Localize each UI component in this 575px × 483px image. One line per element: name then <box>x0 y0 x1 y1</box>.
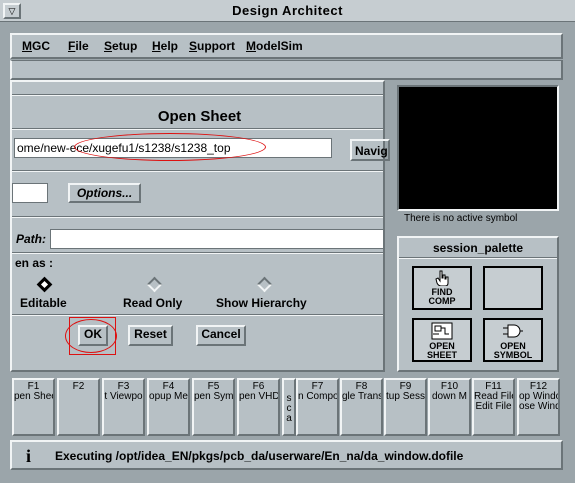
fkey-label: n Compo <box>298 391 339 402</box>
show-hierarchy-radio[interactable] <box>256 276 273 293</box>
fkey-f8[interactable]: F8 gle Trans <box>340 378 383 436</box>
fkey-f1[interactable]: F1 pen Shee <box>12 378 55 436</box>
fkey-f3[interactable]: F3 t Viewpo <box>102 378 145 436</box>
open-symbol-button[interactable]: OPEN SYMBOL <box>483 318 543 362</box>
version-field[interactable] <box>12 183 48 203</box>
open-sheet-label-2: SHEET <box>426 350 457 360</box>
window-title: Design Architect <box>232 3 343 18</box>
function-key-bar: F1 pen Shee F2 F3 t Viewpo F4 opup Me F5 pen… <box>10 378 563 438</box>
divider <box>12 94 383 96</box>
divider <box>12 216 383 218</box>
no-active-symbol-message: There is no active symbol <box>404 213 518 224</box>
symbol-preview-panel <box>397 85 559 211</box>
info-icon: i <box>26 446 32 466</box>
read-only-radio[interactable] <box>146 276 163 293</box>
editable-label: Editable <box>20 296 67 310</box>
fkey-label: tup Sess <box>386 391 425 402</box>
title-bar: ▽ Design Architect <box>0 0 575 22</box>
read-only-label: Read Only <box>123 296 183 310</box>
editable-radio[interactable] <box>36 276 53 293</box>
fkey-label: ose Windo <box>519 401 558 412</box>
open-symbol-label-2: SYMBOL <box>493 350 533 360</box>
fkey-label: a <box>286 413 292 424</box>
path-highlight-ellipse <box>74 133 266 161</box>
divider <box>12 252 383 254</box>
palette-title: session_palette <box>432 241 524 255</box>
fkey-label: pen Shee <box>14 391 55 402</box>
menu-file[interactable]: File <box>68 39 89 53</box>
path-input[interactable] <box>50 229 384 249</box>
menu-mgc[interactable]: MGC <box>22 39 50 53</box>
toolbar-strip <box>10 60 563 80</box>
fkey-f10[interactable]: F10 down M <box>428 378 471 436</box>
cancel-button[interactable]: Cancel <box>196 325 246 346</box>
menu-help[interactable]: Help <box>152 39 178 53</box>
fkey-label: pen VHD <box>239 391 280 402</box>
fkey-f5[interactable]: F5 pen Symb <box>192 378 235 436</box>
fkey-scroll[interactable]: sca <box>282 378 296 436</box>
reset-button[interactable]: Reset <box>128 325 173 346</box>
open-sheet-button[interactable]: OPEN SHEET <box>412 318 472 362</box>
status-bar: i Executing /opt/idea_EN/pkgs/pcb_da/use… <box>10 440 563 470</box>
divider <box>12 314 383 316</box>
empty-palette-button[interactable] <box>483 266 543 310</box>
fkey-number: F2 <box>72 381 85 392</box>
status-message: Executing /opt/idea_EN/pkgs/pcb_da/userw… <box>55 449 464 463</box>
fkey-f2[interactable]: F2 <box>57 378 100 436</box>
and-gate-symbol-icon <box>503 324 523 338</box>
find-comp-label-2: COMP <box>428 296 456 306</box>
show-hierarchy-label: Show Hierarchy <box>216 296 307 310</box>
schematic-sheet-icon <box>431 322 453 340</box>
fkey-f4[interactable]: F4 opup Me <box>147 378 190 436</box>
divider <box>399 257 557 259</box>
fkey-label: Edit File <box>475 401 512 412</box>
ok-highlight-ellipse <box>65 319 117 353</box>
open-as-label: en as : <box>15 256 54 270</box>
options-button[interactable]: Options... <box>68 183 141 203</box>
fkey-label: down M <box>431 391 467 402</box>
fkey-label: t Viewpo <box>104 391 143 402</box>
menu-setup[interactable]: Setup <box>104 39 137 53</box>
divider <box>12 128 383 130</box>
find-comp-button[interactable]: FIND COMP <box>412 266 472 310</box>
menu-modelsim[interactable]: ModelSim <box>246 39 303 53</box>
path-label: Path: <box>16 232 46 246</box>
menu-bar: MGC File Setup Help Support ModelSim <box>10 33 563 59</box>
fkey-label: gle Trans <box>342 391 383 402</box>
session-palette: session_palette FIND COMP OPEN SHEET OPE… <box>397 236 559 372</box>
dialog-title: Open Sheet <box>157 108 242 125</box>
menu-support[interactable]: Support <box>189 39 235 53</box>
fkey-f11[interactable]: F11 Read File Edit File <box>472 378 515 436</box>
fkey-label: pen Symb <box>194 391 235 402</box>
fkey-f9[interactable]: F9 tup Sess <box>384 378 427 436</box>
fkey-f7[interactable]: F7 n Compo <box>296 378 339 436</box>
fkey-f12[interactable]: F12op Windoose Windo <box>517 378 560 436</box>
hand-pointer-icon <box>435 270 449 287</box>
navigator-button[interactable]: Navig <box>350 139 390 161</box>
fkey-f6[interactable]: F6 pen VHD <box>237 378 280 436</box>
fkey-label: opup Me <box>149 391 188 402</box>
divider <box>12 170 383 172</box>
